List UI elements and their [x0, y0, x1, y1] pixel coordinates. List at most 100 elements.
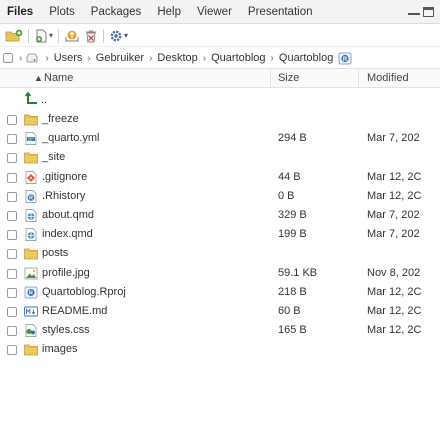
more-commands-caret[interactable]: ▾ [124, 31, 128, 40]
file-row[interactable]: R Quartoblog.Rproj 218 B Mar 12, 2C [0, 283, 440, 302]
file-modified: Mar 12, 2C [367, 189, 422, 202]
markdown-file-icon[interactable] [24, 305, 38, 318]
file-name-link[interactable]: index.qmd [42, 225, 93, 244]
parent-directory-row[interactable]: .. [0, 89, 440, 109]
yaml-file-icon[interactable] [24, 132, 38, 146]
qmd-file-icon[interactable] [24, 228, 38, 242]
file-size: 165 B [278, 324, 307, 337]
row-checkbox[interactable] [7, 287, 17, 298]
file-row[interactable]: images [0, 340, 440, 359]
file-row[interactable]: posts [0, 244, 440, 263]
column-header-size[interactable]: Size [278, 69, 299, 87]
file-size: 218 B [278, 285, 307, 298]
more-file-commands-button[interactable]: ▾ [107, 27, 130, 45]
tab-files[interactable]: Files [0, 0, 41, 24]
maximize-pane-icon[interactable] [423, 6, 434, 17]
row-checkbox[interactable] [7, 134, 17, 145]
row-checkbox[interactable] [7, 153, 17, 164]
row-checkbox[interactable] [7, 307, 17, 317]
tab-plots[interactable]: Plots [41, 0, 83, 24]
tab-help[interactable]: Help [149, 0, 189, 24]
breadcrumb-quartoblog-parent[interactable]: Quartoblog [210, 52, 266, 64]
file-name-link[interactable]: Quartoblog.Rproj [42, 283, 126, 302]
file-row[interactable]: R .Rhistory 0 B Mar 12, 2C [0, 187, 440, 206]
tab-viewer[interactable]: Viewer [189, 0, 240, 24]
svg-text:R: R [29, 195, 33, 201]
column-header-modified[interactable]: Modified [367, 69, 409, 87]
upload-button[interactable] [62, 27, 82, 45]
breadcrumb-quartoblog-current[interactable]: Quartoblog [278, 52, 334, 64]
file-row[interactable]: styles.css 165 B Mar 12, 2C [0, 321, 440, 340]
file-name-link[interactable]: styles.css [42, 321, 90, 340]
breadcrumb-checkbox[interactable] [3, 53, 13, 63]
file-size: 294 B [278, 132, 307, 145]
file-row[interactable]: _freeze [0, 110, 440, 129]
delete-button[interactable] [82, 27, 100, 45]
row-checkbox[interactable] [7, 345, 17, 356]
breadcrumb-gebruiker[interactable]: Gebruiker [95, 52, 145, 64]
row-checkbox[interactable] [7, 211, 17, 221]
folder-icon[interactable] [24, 343, 38, 356]
file-name-link[interactable]: images [42, 340, 77, 359]
file-name-link[interactable]: README.md [42, 302, 107, 321]
row-checkbox[interactable] [7, 115, 17, 125]
delete-icon [86, 29, 97, 42]
file-row[interactable]: profile.jpg 59.1 KB Nov 8, 202 [0, 264, 440, 283]
upload-icon [65, 30, 79, 41]
row-checkbox[interactable] [7, 172, 17, 183]
new-blank-file-button[interactable]: ▾ [32, 27, 55, 45]
drive-icon[interactable] [26, 52, 38, 64]
file-name-link[interactable]: .Rhistory [42, 187, 85, 206]
breadcrumb-separator: › [202, 52, 207, 64]
file-row[interactable]: _site [0, 148, 440, 167]
file-modified: Mar 12, 2C [367, 305, 422, 317]
row-checkbox[interactable] [7, 326, 17, 337]
column-header-name[interactable]: Name [44, 69, 73, 87]
file-name-link[interactable]: posts [42, 244, 68, 263]
row-checkbox[interactable] [7, 268, 17, 279]
file-name-link[interactable]: .gitignore [42, 168, 87, 187]
new-file-dropdown-caret[interactable]: ▾ [49, 31, 53, 40]
folder-icon[interactable] [24, 151, 38, 164]
svg-text:R: R [343, 56, 348, 62]
git-file-icon[interactable] [24, 170, 38, 184]
file-modified: Mar 12, 2C [367, 285, 422, 298]
folder-icon[interactable] [24, 247, 38, 260]
file-size: 199 B [278, 228, 307, 241]
file-size: 329 B [278, 209, 307, 221]
row-checkbox[interactable] [7, 230, 17, 241]
file-modified: Mar 7, 202 [367, 132, 420, 145]
file-row[interactable]: about.qmd 329 B Mar 7, 202 [0, 206, 440, 225]
breadcrumb-desktop[interactable]: Desktop [156, 52, 198, 64]
toolbar-separator [103, 28, 105, 43]
minimize-pane-icon[interactable] [408, 12, 420, 15]
file-name-link[interactable]: _quarto.yml [42, 129, 99, 148]
r-history-file-icon[interactable]: R [24, 189, 38, 203]
file-row[interactable]: .gitignore 44 B Mar 12, 2C [0, 168, 440, 187]
file-row[interactable]: README.md 60 B Mar 12, 2C [0, 302, 440, 321]
new-folder-button[interactable] [3, 27, 25, 45]
rproj-icon[interactable]: R [338, 52, 352, 65]
new-file-icon [36, 29, 47, 42]
files-toolbar: ▾ ▾ [0, 25, 440, 47]
row-checkbox[interactable] [7, 249, 17, 260]
file-size: 0 B [278, 189, 295, 202]
tab-presentation[interactable]: Presentation [240, 0, 321, 24]
image-file-icon[interactable] [24, 267, 38, 280]
rproj-file-icon[interactable]: R [24, 286, 38, 299]
file-name-link[interactable]: about.qmd [42, 206, 94, 225]
go-up-icon[interactable] [24, 91, 40, 107]
row-checkbox[interactable] [7, 191, 17, 202]
file-row[interactable]: index.qmd 199 B Mar 7, 202 [0, 225, 440, 244]
svg-text:R: R [29, 290, 33, 296]
qmd-file-icon[interactable] [24, 209, 38, 222]
breadcrumb-users[interactable]: Users [53, 52, 84, 64]
folder-icon[interactable] [24, 113, 38, 126]
tab-packages[interactable]: Packages [83, 0, 150, 24]
file-name-link[interactable]: _freeze [42, 110, 79, 129]
file-row[interactable]: _quarto.yml 294 B Mar 7, 202 [0, 129, 440, 148]
file-name-link[interactable]: _site [42, 148, 65, 167]
css-file-icon[interactable] [24, 324, 38, 338]
file-modified: Mar 12, 2C [367, 324, 422, 337]
file-name-link[interactable]: profile.jpg [42, 264, 90, 283]
